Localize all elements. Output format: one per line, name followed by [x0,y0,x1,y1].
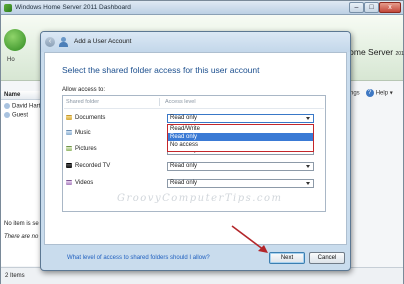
list-item[interactable]: David Hart [4,103,40,110]
select-value: Read only [170,115,198,121]
help-icon[interactable]: ? [365,89,374,97]
add-user-dialog: ‹ Add a User Account Select the shared f… [40,31,351,271]
dashboard-title: Windows Home Server 2011 Dashboard [15,4,131,11]
folder-row-videos: Videos [66,180,93,189]
chevron-down-icon [306,165,310,168]
brand-year: 2011 [395,51,404,57]
allow-access-label: Allow access to: [62,87,106,93]
dropdown-option-no-access[interactable]: No access [168,141,313,149]
music-folder-icon [66,130,72,135]
home-icon[interactable] [4,29,26,51]
column-header-shared-folder: Shared folder [66,99,100,105]
column-header-access-level: Access level [165,99,196,105]
minimize-button[interactable]: – [349,2,364,13]
list-item-label: Guest [12,112,29,119]
help-dropdown-arrow[interactable]: ▾ [390,91,393,97]
access-level-dropdown: Read/Write Read only No access [167,124,314,152]
folder-name: Documents [75,115,106,122]
select-value: Read only [170,180,198,186]
folder-row-recorded-tv: Recorded TV [66,163,110,172]
close-button[interactable]: x [379,2,401,13]
access-help-link[interactable]: What level of access to shared folders s… [67,255,210,261]
tv-folder-icon [66,163,72,168]
dashboard-logo-icon [4,4,12,12]
access-select-documents[interactable]: Read only [167,114,314,123]
watermark: GroovyComputerTips.com [117,193,283,204]
dialog-body: Select the shared folder access for this… [44,52,347,261]
pictures-folder-icon [66,146,72,151]
maximize-button[interactable]: □ [364,2,379,13]
user-icon [4,112,10,118]
column-separator [159,98,160,106]
dialog-title: Add a User Account [74,38,132,45]
dropdown-option-read-only[interactable]: Read only [168,133,313,141]
user-add-icon [59,37,68,47]
folder-name: Pictures [75,146,97,153]
folder-name: Videos [75,180,94,187]
help-link[interactable]: Help [376,91,388,97]
folder-name: Recorded TV [75,163,111,170]
details-note: No item is se [4,221,39,227]
brand-label: Home Server 2011 [343,47,404,57]
access-select-recorded-tv[interactable]: Read only [167,162,314,171]
dropdown-option-read-write[interactable]: Read/Write [168,125,313,133]
settings-link[interactable]: ngs [350,91,360,97]
list-item-label: David Hart [12,103,41,110]
page-title: Select the shared folder access for this… [62,65,260,75]
dialog-caption: ‹ Add a User Account [41,32,350,52]
folder-name: Music [75,130,91,137]
header-divider [64,108,324,109]
home-tab-label[interactable]: Ho [7,57,15,63]
folder-icon [66,115,72,120]
folder-row-documents: Documents [66,115,105,124]
cancel-button[interactable]: Cancel [309,252,345,264]
next-button[interactable]: Next [269,252,305,264]
chevron-down-icon [306,117,310,120]
folder-row-pictures: Pictures [66,146,97,155]
folder-row-music: Music [66,130,91,139]
dashboard-titlebar: Windows Home Server 2011 Dashboard – □ x [1,1,403,15]
access-select-videos[interactable]: Read only [167,179,314,188]
videos-folder-icon [66,180,72,185]
select-value: Read only [170,163,198,169]
back-arrow-icon[interactable]: ‹ [45,37,55,47]
tasks-note: There are no [4,234,39,240]
status-count: 2 Items [5,273,25,279]
chevron-down-icon [306,182,310,185]
user-icon [4,103,10,109]
list-item[interactable]: Guest [4,112,28,119]
